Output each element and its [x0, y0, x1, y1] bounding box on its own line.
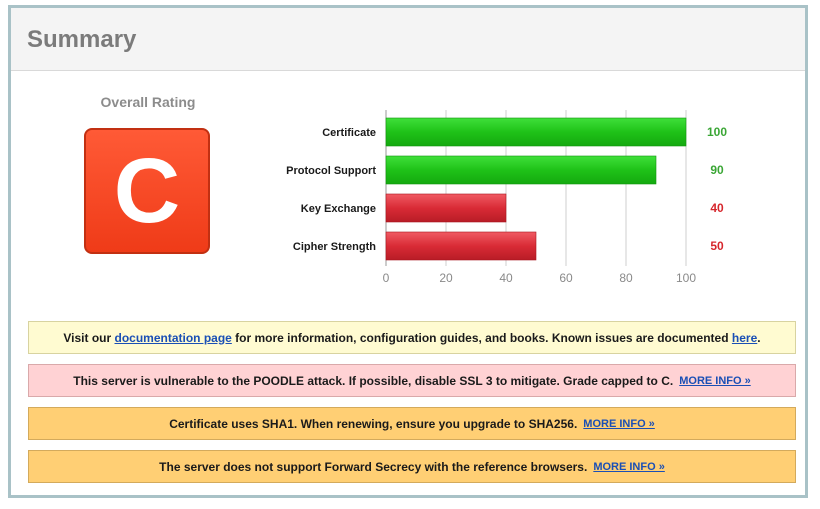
x-tick-label: 20: [439, 271, 453, 285]
x-tick-label: 100: [676, 271, 696, 285]
notice-text: for more information, configuration guid…: [231, 330, 732, 345]
bar-certificate: [385, 117, 687, 147]
category-label: Certificate: [322, 127, 376, 139]
bar-cipher-strength: [385, 231, 537, 261]
category-label: Protocol Support: [286, 165, 376, 177]
summary-panel: Summary Overall Rating C 0 20 40 60 80 100 Cer…: [8, 5, 808, 498]
bar-key-exchange: [385, 193, 507, 223]
value-label: 100: [707, 125, 727, 139]
sha1-more-info-link[interactable]: MORE INFO »: [583, 418, 655, 430]
poodle-warning-notice: This server is vulnerable to the POODLE …: [28, 364, 796, 397]
sha1-warning-notice: Certificate uses SHA1. When renewing, en…: [28, 407, 796, 440]
notice-text: Certificate uses SHA1. When renewing, en…: [169, 416, 578, 431]
notice-text: This server is vulnerable to the POODLE …: [73, 373, 674, 388]
x-tick-label: 60: [559, 271, 573, 285]
rating-bar-chart: 0 20 40 60 80 100 Certificate 100 Protocol Suppo…: [286, 110, 727, 285]
bar-protocol-support: [385, 155, 657, 185]
x-tick-label: 40: [499, 271, 513, 285]
notice-text: The server does not support Forward Secr…: [159, 459, 588, 474]
documentation-notice: Visit our documentation page for more in…: [28, 321, 796, 354]
poodle-more-info-link[interactable]: MORE INFO »: [679, 375, 751, 387]
x-tick-label: 0: [383, 271, 390, 285]
forward-secrecy-more-info-link[interactable]: MORE INFO »: [593, 461, 665, 473]
category-label: Key Exchange: [301, 203, 376, 215]
known-issues-link[interactable]: here: [732, 331, 757, 345]
value-label: 50: [710, 239, 724, 253]
value-label: 40: [710, 201, 724, 215]
documentation-page-link[interactable]: documentation page: [115, 331, 232, 345]
notice-text: Visit our: [63, 330, 115, 345]
category-label: Cipher Strength: [293, 241, 376, 253]
notice-text: .: [757, 330, 761, 345]
forward-secrecy-notice: The server does not support Forward Secr…: [28, 450, 796, 483]
x-tick-label: 80: [619, 271, 633, 285]
value-label: 90: [710, 163, 724, 177]
